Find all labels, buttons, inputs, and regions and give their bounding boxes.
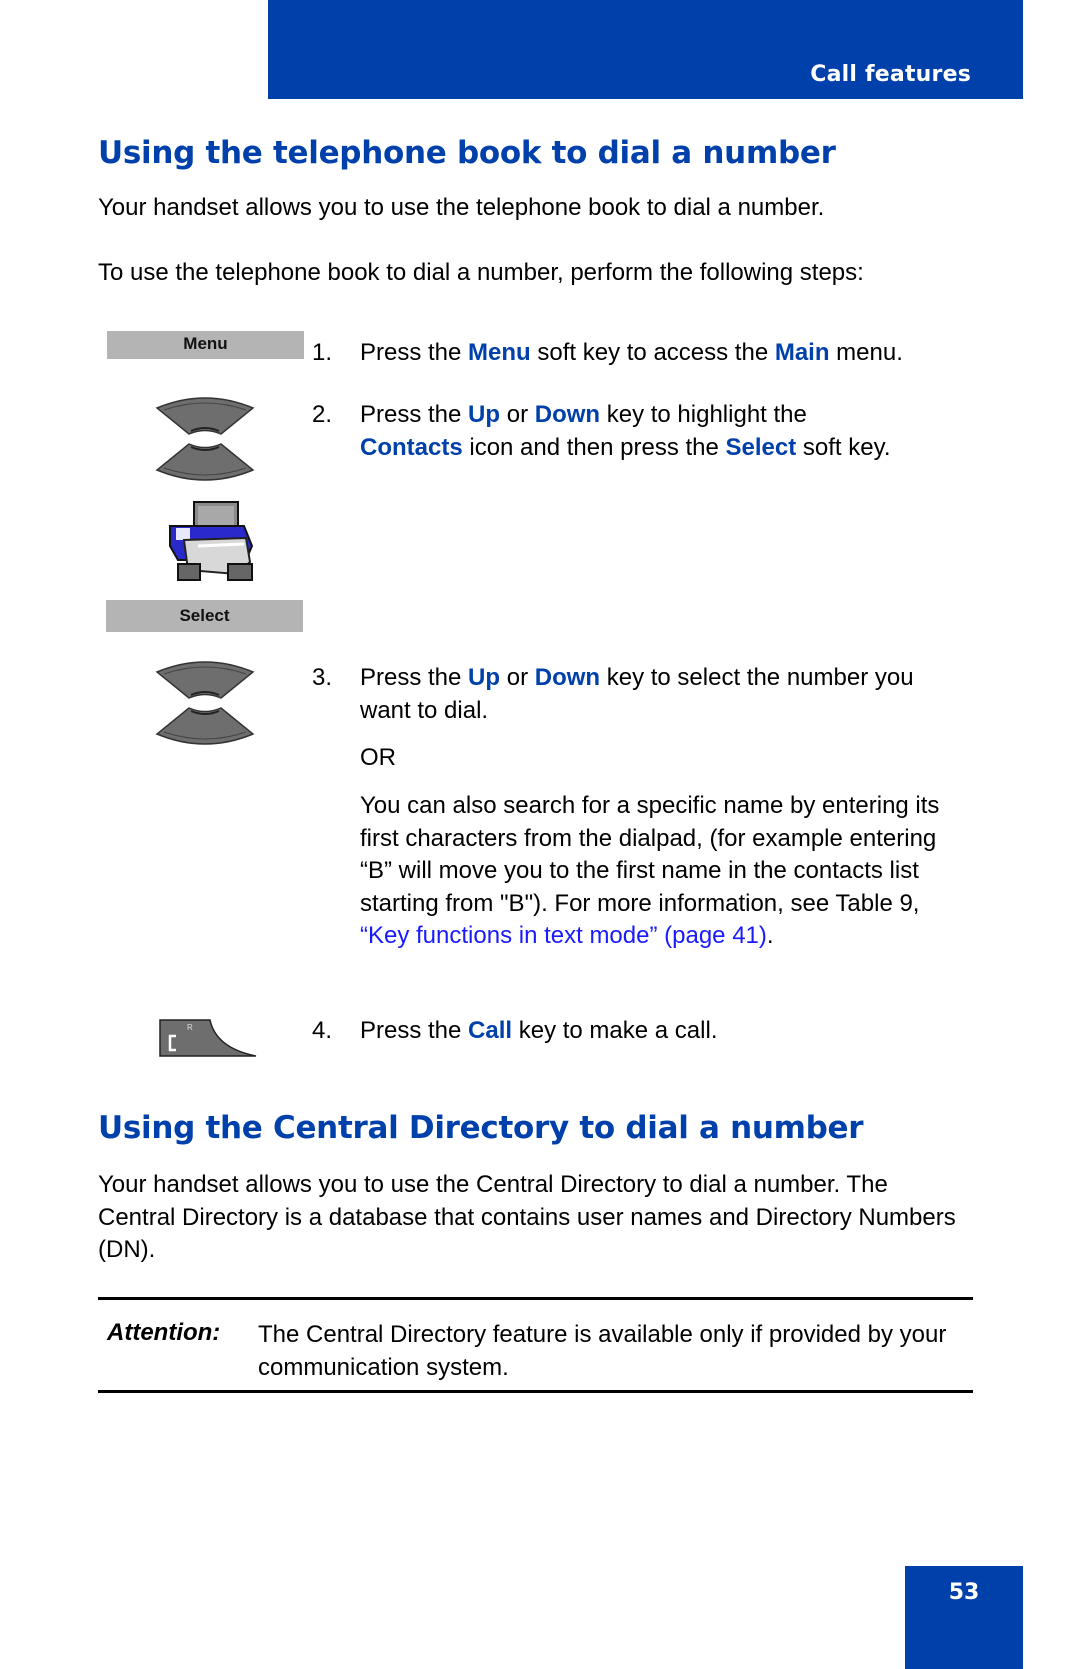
key-name: Menu bbox=[468, 339, 531, 366]
attention-top-rule bbox=[98, 1297, 973, 1300]
step-text: Press the Call key to make a call. bbox=[360, 1017, 718, 1044]
step-text: Press the Up or Down key to highlight th… bbox=[360, 401, 891, 461]
lead-paragraph: To use the telephone book to dial a numb… bbox=[98, 259, 864, 286]
svg-text:R: R bbox=[187, 1023, 193, 1032]
header-bar: Call features bbox=[268, 0, 1023, 99]
key-name: Down bbox=[534, 664, 601, 691]
page-number: 53 bbox=[948, 1580, 980, 1605]
icon-name: Contacts bbox=[360, 433, 463, 461]
key-name: Call bbox=[468, 1017, 513, 1044]
up-down-navigation-key-icon bbox=[155, 397, 255, 481]
up-down-navigation-key-icon bbox=[155, 661, 255, 745]
select-soft-key: Select bbox=[106, 600, 303, 632]
heading-central-directory: Using the Central Directory to dial a nu… bbox=[98, 1110, 864, 1146]
call-key-icon: R bbox=[159, 1019, 257, 1057]
page-number-box: 53 bbox=[905, 1566, 1023, 1669]
step-number: 4. bbox=[312, 1017, 333, 1044]
menu-soft-key: Menu bbox=[107, 331, 304, 359]
key-name: Down bbox=[534, 401, 601, 428]
key-name: Up bbox=[468, 664, 501, 691]
cross-reference-link[interactable]: “Key functions in text mode” (page 41) bbox=[360, 922, 767, 949]
step-text: Press the Up or Down key to select the n… bbox=[360, 664, 914, 724]
step-number: 1. bbox=[312, 339, 333, 366]
step-number: 3. bbox=[312, 664, 333, 691]
attention-label: Attention: bbox=[107, 1319, 221, 1346]
intro-paragraph: Your handset allows you to use the telep… bbox=[98, 194, 825, 221]
or-separator: OR bbox=[360, 744, 396, 771]
step-alt-text: You can also search for a specific name … bbox=[360, 792, 940, 949]
attention-text: The Central Directory feature is availab… bbox=[258, 1321, 947, 1381]
menu-name: Main bbox=[774, 339, 830, 366]
section-title: Call features bbox=[810, 62, 971, 87]
key-name: Up bbox=[468, 401, 501, 428]
attention-bottom-rule bbox=[98, 1390, 973, 1393]
contacts-icon bbox=[169, 501, 254, 581]
central-directory-paragraph: Your handset allows you to use the Centr… bbox=[98, 1171, 956, 1263]
step-text: Press the Menu soft key to access the Ma… bbox=[360, 339, 903, 366]
heading-telephone-book: Using the telephone book to dial a numbe… bbox=[98, 135, 836, 171]
step-number: 2. bbox=[312, 401, 333, 428]
key-name: Select bbox=[725, 433, 797, 461]
